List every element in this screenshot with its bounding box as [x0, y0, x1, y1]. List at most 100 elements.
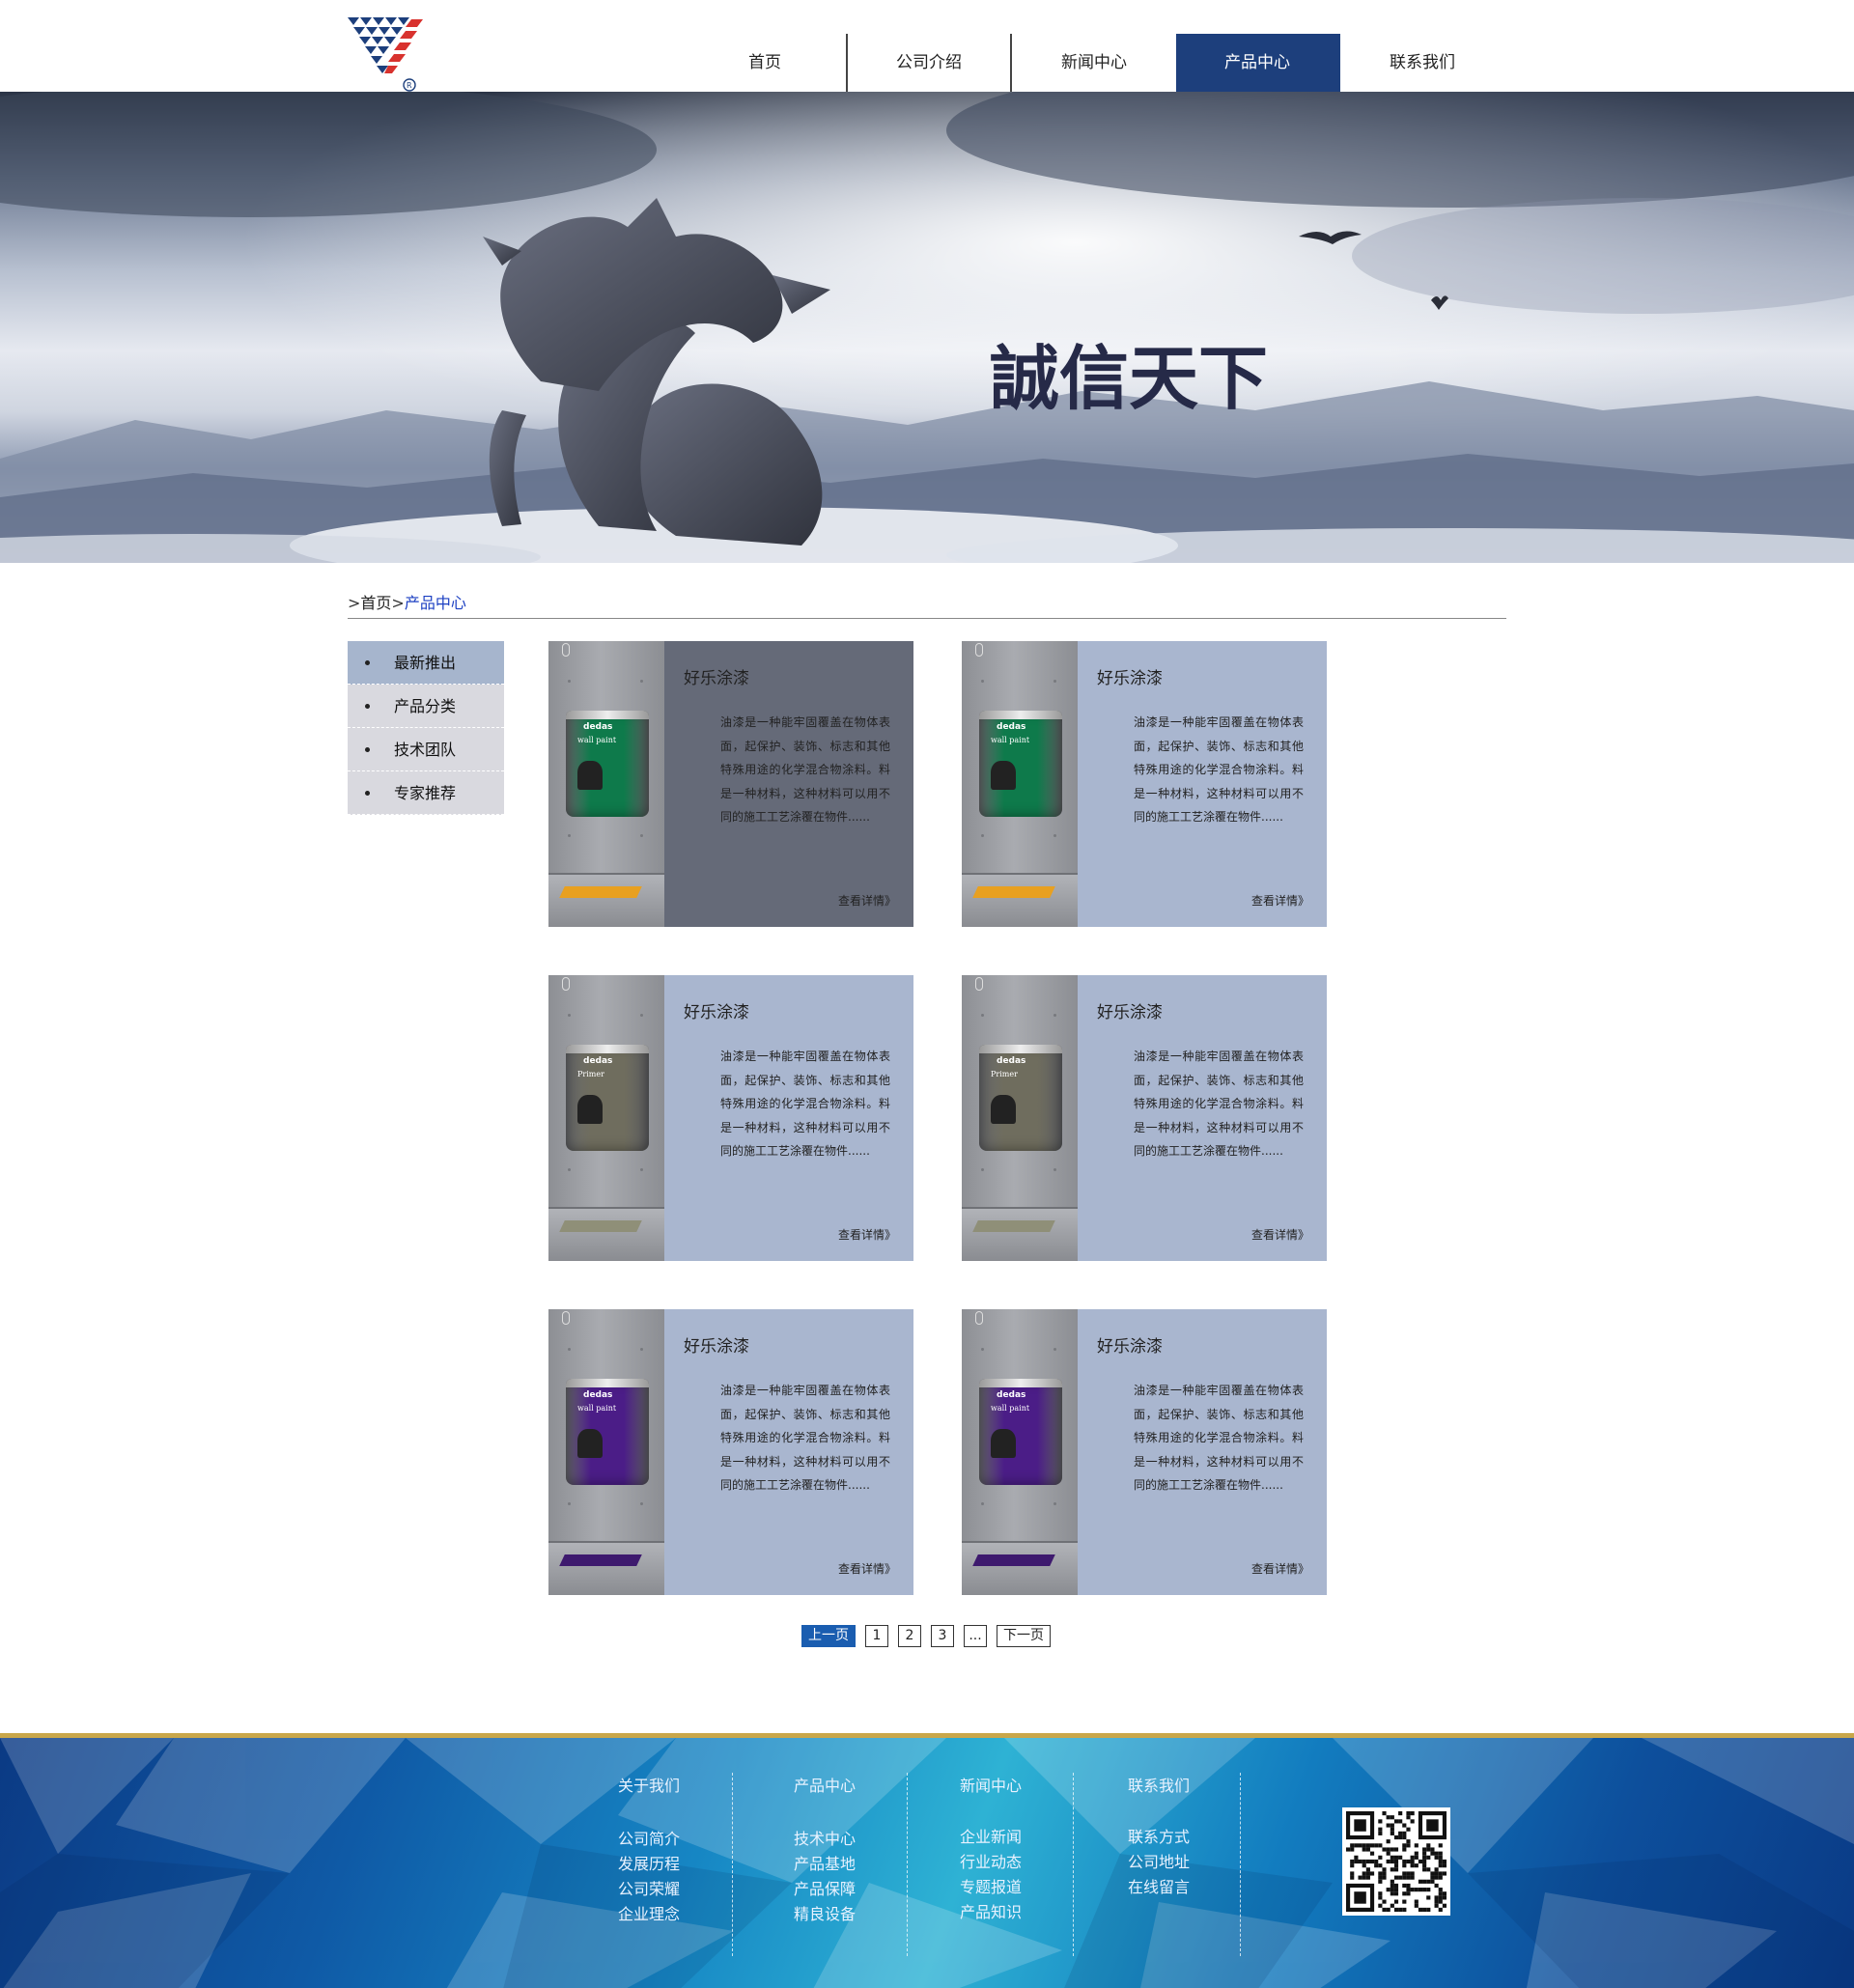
product-card[interactable]: dedas Primer 好乐涂漆 油漆是一种能牢固覆盖在物体表面，起保护、装饰、标志…: [548, 975, 913, 1261]
site-footer: 关于我们 公司简介 发展历程 公司荣耀 企业理念 产品中心 技术中心 产品基地 …: [0, 1733, 1854, 1988]
product-image[interactable]: dedas Primer: [548, 975, 664, 1261]
next-page-button[interactable]: 下一页: [997, 1625, 1051, 1647]
bolt-icon: [640, 1014, 643, 1017]
footer-link[interactable]: 产品知识: [960, 1900, 1126, 1925]
product-title[interactable]: 好乐涂漆: [1097, 1332, 1163, 1357]
bolt-icon: [640, 680, 643, 683]
footer-link[interactable]: 企业新闻: [960, 1825, 1126, 1850]
footer-divider: [732, 1773, 733, 1956]
hook-icon: [562, 977, 570, 991]
footer-divider: [907, 1773, 908, 1956]
product-title[interactable]: 好乐涂漆: [1097, 998, 1163, 1022]
view-details-link[interactable]: 查看详情》: [838, 1226, 896, 1243]
bolt-icon: [640, 1502, 643, 1505]
bullet-icon: [365, 659, 370, 665]
page-3-button[interactable]: 3: [931, 1625, 954, 1647]
product-card[interactable]: dedas Primer 好乐涂漆油漆是一种能牢固覆盖在物体表面，起保护、装饰、标志…: [962, 975, 1327, 1261]
product-image[interactable]: dedas wall paint: [962, 641, 1078, 927]
footer-link[interactable]: 联系方式: [1128, 1825, 1294, 1850]
bolt-icon: [640, 834, 643, 837]
bolt-icon: [568, 1348, 571, 1351]
product-description: 油漆是一种能牢固覆盖在物体表面，起保护、装饰、标志和其他特殊用途的化学混合物涂料…: [1134, 1050, 1304, 1158]
bolt-icon: [1053, 1014, 1056, 1017]
nav-news-center[interactable]: 新闻中心: [1012, 34, 1176, 92]
footer-link[interactable]: 专题报道: [960, 1875, 1126, 1900]
product-title[interactable]: 好乐涂漆: [1097, 664, 1163, 688]
nav-product-center[interactable]: 产品中心: [1176, 34, 1340, 92]
can-label: wall paint: [991, 1404, 1030, 1413]
paint-swatch: [972, 1554, 1055, 1566]
nav-contact-us[interactable]: 联系我们: [1340, 34, 1504, 92]
sidebar-item-tech-team[interactable]: 技术团队: [348, 728, 504, 771]
product-title[interactable]: 好乐涂漆: [684, 664, 749, 688]
company-logo[interactable]: R: [348, 17, 427, 93]
can-lid: [979, 711, 1062, 719]
view-details-link[interactable]: 查看详情》: [838, 1560, 896, 1577]
bolt-icon: [568, 1014, 571, 1017]
footer-link[interactable]: 公司简介: [618, 1827, 784, 1852]
bolt-icon: [640, 1348, 643, 1351]
footer-link[interactable]: 行业动态: [960, 1850, 1126, 1875]
can-brand: dedas: [583, 1056, 613, 1066]
footer-link[interactable]: 公司地址: [1128, 1850, 1294, 1875]
bolt-icon: [981, 1348, 984, 1351]
can-brand: dedas: [997, 1056, 1026, 1066]
bolt-icon: [981, 1168, 984, 1171]
footer-link[interactable]: 发展历程: [618, 1852, 784, 1877]
pagination: 上一页 1 2 3 ... 下一页: [801, 1625, 1051, 1647]
view-details-link[interactable]: 查看详情》: [1251, 1226, 1309, 1243]
product-card[interactable]: dedas wall paint 好乐涂漆 油漆是一种能牢固覆盖在物体表面，起保护、装…: [548, 641, 913, 927]
footer-link[interactable]: 产品基地: [794, 1852, 960, 1877]
product-title[interactable]: 好乐涂漆: [684, 998, 749, 1022]
footer-link[interactable]: 在线留言: [1128, 1875, 1294, 1900]
breadcrumb-current[interactable]: 产品中心: [405, 594, 466, 613]
footer-link[interactable]: 公司荣耀: [618, 1877, 784, 1902]
page-1-button[interactable]: 1: [865, 1625, 888, 1647]
can-lid: [979, 1045, 1062, 1053]
sidebar-item-experts[interactable]: 专家推荐: [348, 771, 504, 815]
nav-home[interactable]: 首页: [684, 34, 848, 92]
footer-link[interactable]: 企业理念: [618, 1902, 784, 1927]
product-image[interactable]: dedas wall paint: [548, 1309, 664, 1595]
product-info-panel: 好乐涂漆 油漆是一种能牢固覆盖在物体表面，起保护、装饰、标志和其他特殊用途的化学混…: [1078, 1309, 1327, 1595]
qr-code-icon: [1342, 1807, 1450, 1916]
sidebar-item-categories[interactable]: 产品分类: [348, 685, 504, 728]
product-card[interactable]: dedas wall paint 好乐涂漆 油漆是一种能牢固覆盖在物体表面，起保护、装…: [962, 641, 1327, 927]
footer-link[interactable]: 技术中心: [794, 1827, 960, 1852]
portrait-icon: [991, 1429, 1016, 1458]
paint-can-icon: dedas Primer: [566, 1045, 649, 1151]
product-info-panel: 好乐涂漆 油漆是一种能牢固覆盖在物体表面，起保护、装饰、标志和其他特殊用途的化学混…: [1078, 641, 1327, 927]
page-2-button[interactable]: 2: [898, 1625, 921, 1647]
portrait-icon: [991, 1095, 1016, 1124]
paint-can-icon: dedas wall paint: [979, 1379, 1062, 1485]
view-details-link[interactable]: 查看详情》: [1251, 1560, 1309, 1577]
product-card[interactable]: dedas wall paint 好乐涂漆 油漆是一种能牢固覆盖在物体表面，起保护、装…: [548, 1309, 913, 1595]
footer-heading: 新闻中心: [960, 1777, 1023, 1795]
floor: [962, 875, 1078, 927]
bolt-icon: [568, 1168, 571, 1171]
floor: [548, 1209, 664, 1261]
sidebar-item-latest[interactable]: 最新推出: [348, 641, 504, 685]
prev-page-button[interactable]: 上一页: [801, 1625, 856, 1647]
bolt-icon: [981, 834, 984, 837]
view-details-link[interactable]: 查看详情》: [1251, 892, 1309, 909]
hero-banner: 誠信天下: [0, 92, 1854, 563]
product-image[interactable]: dedas wall paint: [548, 641, 664, 927]
footer-link[interactable]: 产品保障: [794, 1877, 960, 1902]
footer-heading: 产品中心: [794, 1777, 857, 1795]
paint-swatch: [972, 1220, 1055, 1232]
product-card[interactable]: dedas wall paint 好乐涂漆 油漆是一种能牢固覆盖在物体表面，起保护、装…: [962, 1309, 1327, 1595]
breadcrumb-home[interactable]: 首页: [360, 594, 391, 613]
floor: [962, 1543, 1078, 1595]
product-info-panel: 好乐涂漆 油漆是一种能牢固覆盖在物体表面，起保护、装饰、标志和其他特殊用途的化学混…: [664, 1309, 913, 1595]
page-ellipsis-button[interactable]: ...: [964, 1625, 987, 1647]
main-nav: 首页 公司介绍 新闻中心 产品中心 联系我们: [684, 34, 1504, 92]
nav-company-intro[interactable]: 公司介绍: [848, 34, 1012, 92]
product-title[interactable]: 好乐涂漆: [684, 1332, 749, 1357]
footer-link[interactable]: 精良设备: [794, 1902, 960, 1927]
view-details-link[interactable]: 查看详情》: [838, 892, 896, 909]
can-label: Primer: [577, 1070, 604, 1078]
product-image[interactable]: dedas wall paint: [962, 1309, 1078, 1595]
product-image[interactable]: dedas Primer: [962, 975, 1078, 1261]
footer-column-news: 新闻中心 企业新闻 行业动态 专题报道 产品知识: [960, 1773, 1126, 1925]
